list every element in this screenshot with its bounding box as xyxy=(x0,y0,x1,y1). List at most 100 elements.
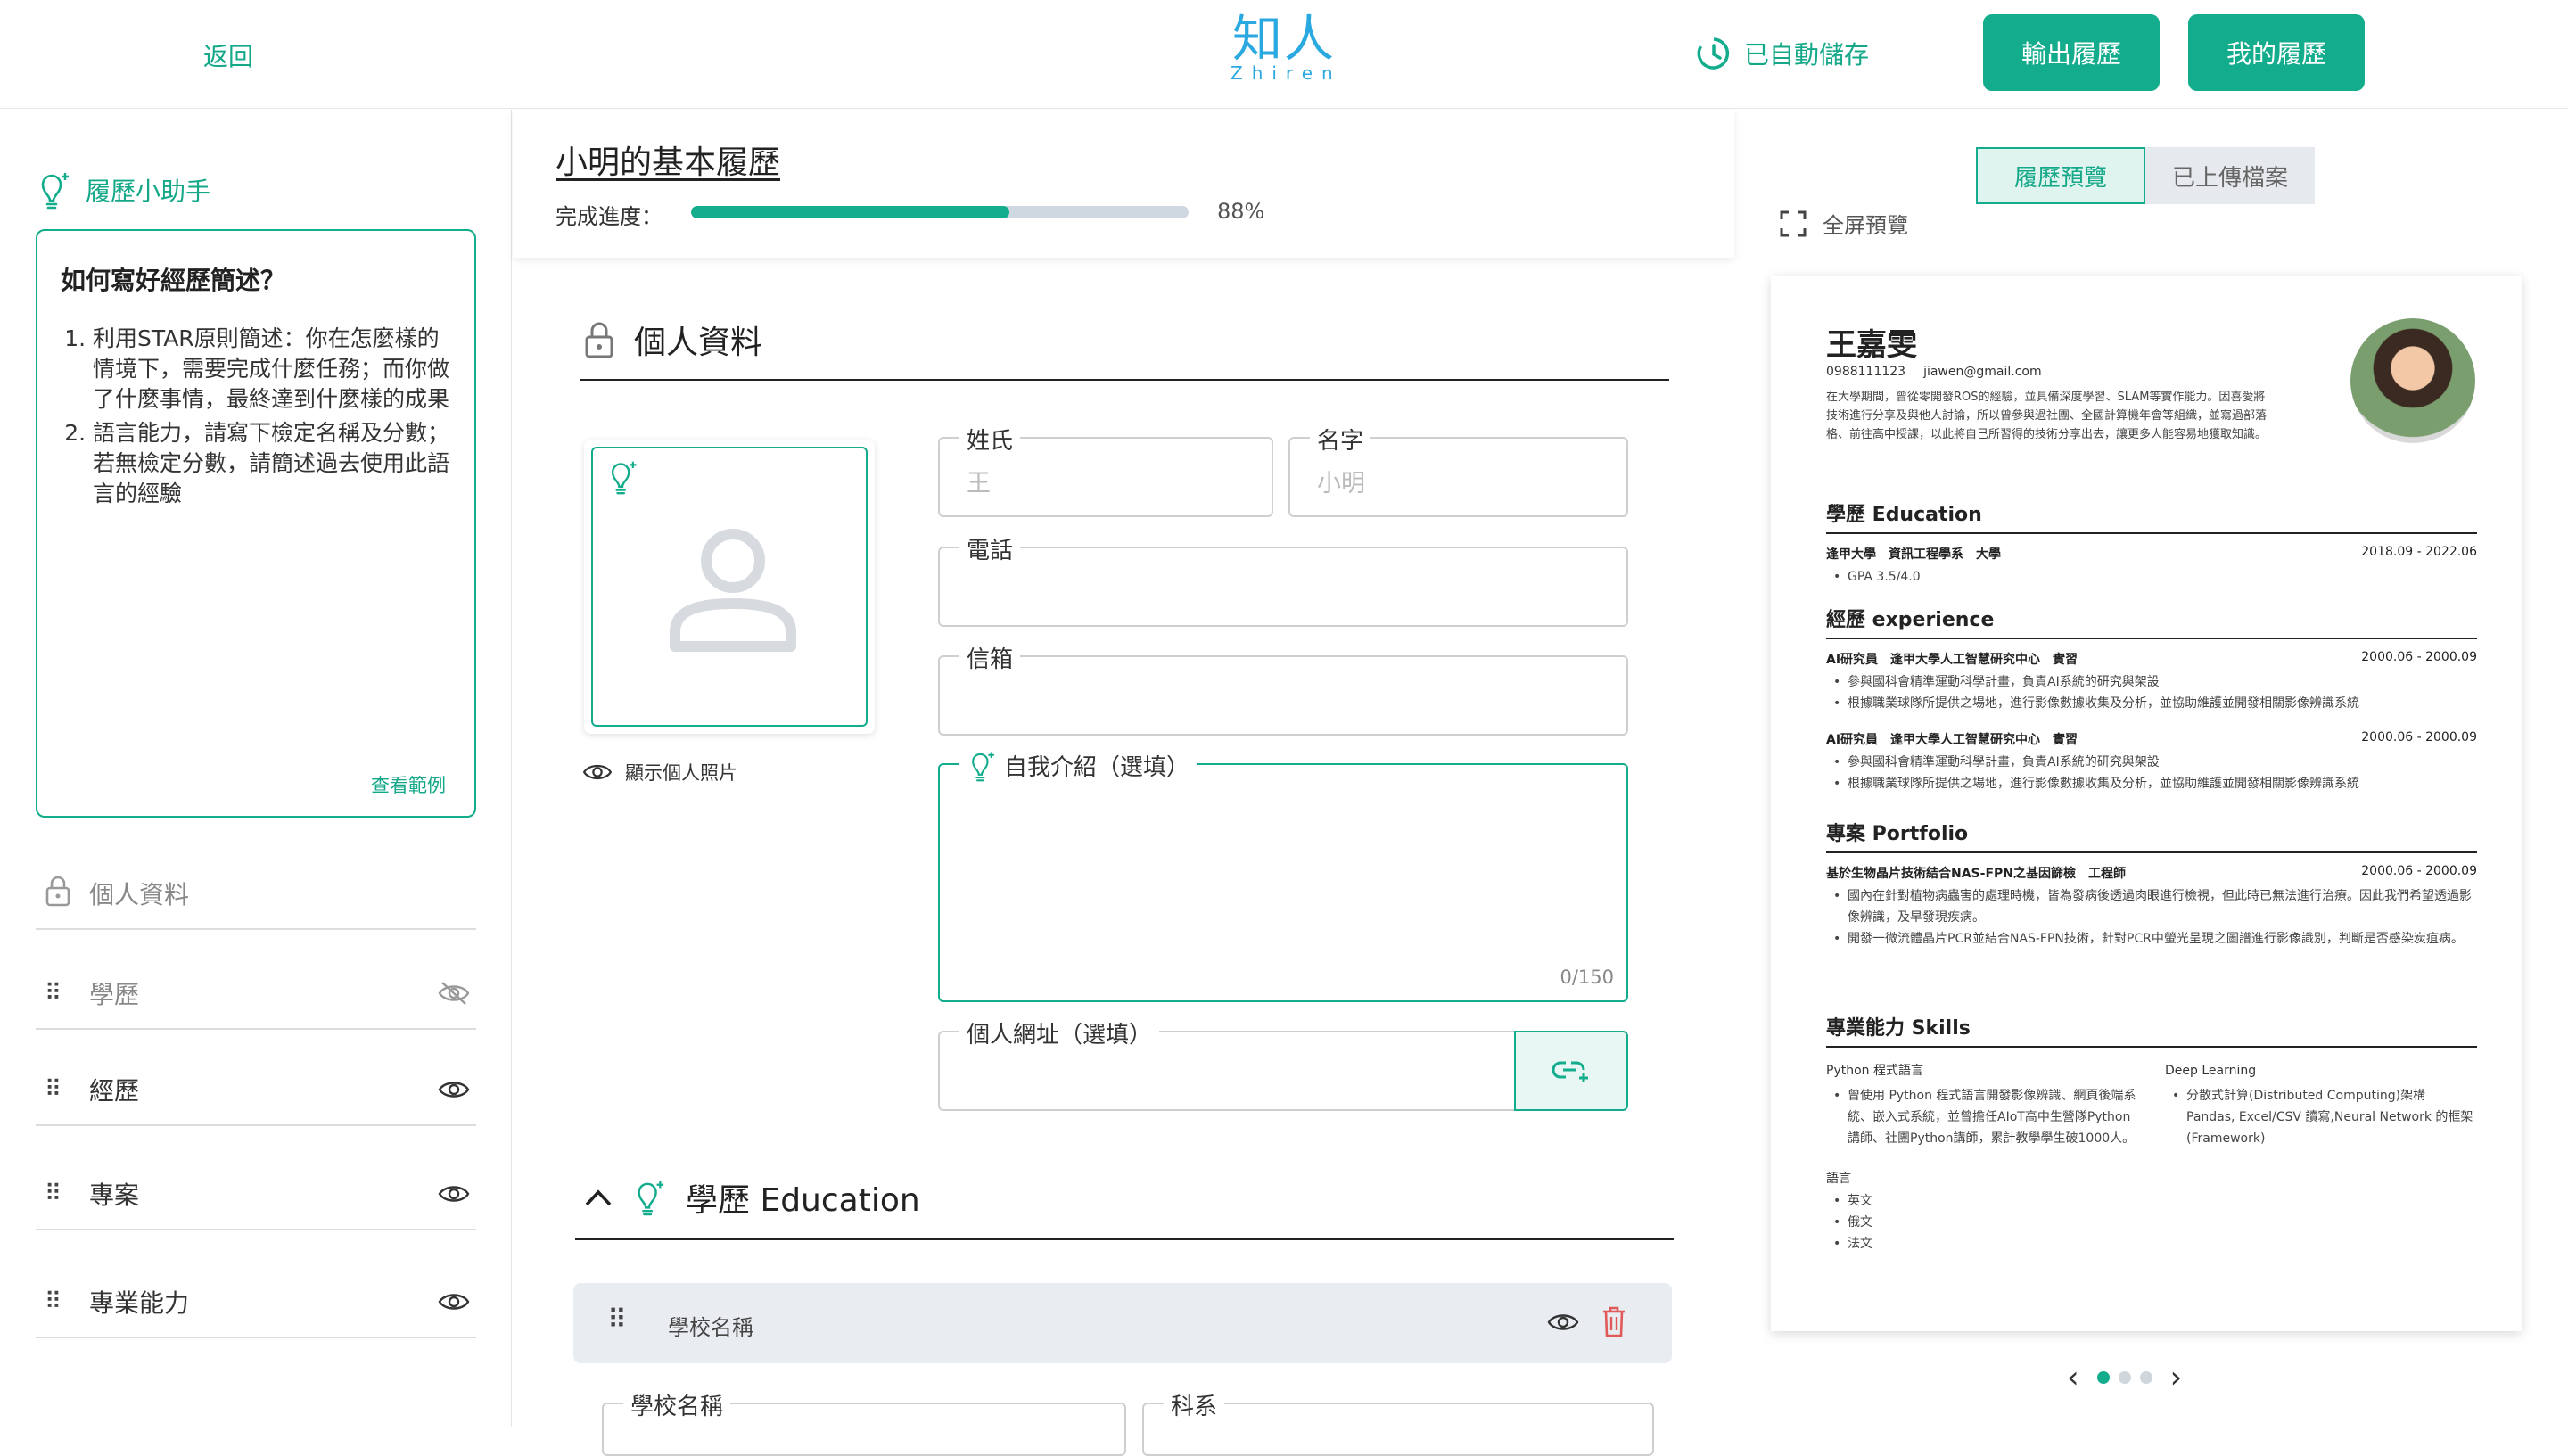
tab-uploaded[interactable]: 已上傳檔案 xyxy=(2145,147,2315,204)
export-resume-button[interactable]: 輸出履歷 xyxy=(1983,14,2160,91)
phone-field[interactable]: 電話 xyxy=(938,532,1628,627)
eye-icon[interactable] xyxy=(1547,1310,1579,1338)
last-name-label: 姓氏 xyxy=(959,423,1021,456)
preview-proj-date: 2000.06 - 2000.09 xyxy=(2361,864,2477,878)
back-link[interactable]: 返回 xyxy=(203,37,253,73)
website-field[interactable]: 個人網址（選填） xyxy=(938,1016,1516,1111)
eye-icon[interactable] xyxy=(432,1181,476,1206)
preview-exp-row: AI研究員 逢甲大學人工智慧研究中心 實習 2000.06 - 2000.09 xyxy=(1826,730,2477,748)
chevron-right-icon[interactable]: › xyxy=(2170,1360,2183,1395)
section-item-projects[interactable]: ⠿ 專案 xyxy=(36,1159,476,1230)
preview-projects: 專案 Portfolio 基於生物晶片技術結合NAS-FPN之基因篩檢 工程師 2… xyxy=(1826,818,2477,950)
section-item-label: 專案 xyxy=(89,1180,140,1210)
personal-section-title: 個人資料 xyxy=(584,317,762,363)
trash-icon[interactable] xyxy=(1601,1304,1627,1342)
page-dot[interactable] xyxy=(2096,1371,2110,1384)
preview-lang: 英文 xyxy=(1833,1190,2477,1212)
email-field[interactable]: 信箱 xyxy=(938,641,1628,736)
drag-icon[interactable]: ⠿ xyxy=(36,1288,89,1315)
preview-edu-school: 逢甲大學 資訊工程學系 大學 xyxy=(1826,547,2001,562)
drag-icon[interactable]: ⠿ xyxy=(36,1180,89,1207)
last-name-field[interactable]: 姓氏 王 xyxy=(938,423,1273,517)
eye-icon[interactable] xyxy=(432,1077,476,1102)
section-item-experience[interactable]: ⠿ 經歷 xyxy=(36,1055,476,1126)
show-photo-toggle[interactable]: 顯示個人照片 xyxy=(582,759,737,786)
personal-title-label: 個人資料 xyxy=(634,325,763,361)
bulb-icon xyxy=(41,173,69,210)
assistant-title-label: 履歷小助手 xyxy=(86,177,211,206)
preview-exp-bullet: 根據職業球隊所提供之場地，進行影像數據收集及分析，並協助維護並開發相關影像辨識系… xyxy=(1833,693,2477,714)
page-dot[interactable] xyxy=(2139,1371,2152,1384)
progress-value: 88% xyxy=(1217,199,1265,224)
preview-skill-name: Python 程式語言 xyxy=(1826,1064,1923,1078)
section-item-skills[interactable]: ⠿ 專業能力 xyxy=(36,1267,476,1338)
preview-proj-bullet: 國內在針對植物病蟲害的處理時機，皆為發病後透過肉眼進行檢視，但此時已無法進行治療… xyxy=(1833,885,2477,928)
first-name-field[interactable]: 名字 小明 xyxy=(1288,423,1628,517)
tab-preview[interactable]: 履歷預覽 xyxy=(1976,147,2145,204)
preview-exp-row: AI研究員 逢甲大學人工智慧研究中心 實習 2000.06 - 2000.09 xyxy=(1826,650,2477,668)
page-dot[interactable] xyxy=(2118,1371,2131,1384)
preview-proj-title: 專案 Portfolio xyxy=(1826,818,2477,853)
preview-edu-row: 逢甲大學 資訊工程學系 大學 2018.09 - 2022.06 xyxy=(1826,545,2477,563)
assistant-heading: 如何寫好經歷簡述？ xyxy=(61,266,286,295)
preview-experience: 經歷 experience AI研究員 逢甲大學人工智慧研究中心 實習 2000.… xyxy=(1826,604,2477,794)
photo-frame[interactable] xyxy=(591,447,868,727)
preview-exp-bullet: 參與國科會精準運動科學計畫，負責AI系統的研究與架設 xyxy=(1833,671,2477,693)
first-name-placeholder: 小明 xyxy=(1317,470,1365,498)
school-name-label: 學校名稱 xyxy=(623,1388,731,1421)
preview-skills-title: 專業能力 Skills xyxy=(1826,1012,2477,1048)
chevron-up-icon[interactable] xyxy=(584,1188,613,1207)
eye-icon xyxy=(582,764,613,780)
eye-off-icon[interactable] xyxy=(432,981,476,1006)
preview-skills-grid: Python 程式語言 曾使用 Python 程式語言開發影像辨識、網頁後端系統… xyxy=(1826,1060,2477,1149)
preview-exp-date: 2000.06 - 2000.09 xyxy=(2361,650,2477,664)
preview-lang: 法文 xyxy=(1833,1233,2477,1254)
chevron-left-icon[interactable]: ‹ xyxy=(2067,1360,2079,1395)
lock-icon xyxy=(36,875,89,913)
preview-phone: 0988111123 xyxy=(1826,365,1906,379)
drag-icon[interactable]: ⠿ xyxy=(607,1304,627,1336)
my-resume-button[interactable]: 我的履歷 xyxy=(2188,14,2365,91)
fullscreen-icon xyxy=(1780,210,1807,236)
fullscreen-preview-button[interactable]: 全屏預覽 xyxy=(1780,208,1908,239)
preview-avatar xyxy=(2350,318,2475,443)
progress-bar xyxy=(691,206,1189,218)
logo[interactable]: 知人 Zhiren xyxy=(1230,12,1342,85)
section-item-education[interactable]: ⠿ 學歷 xyxy=(36,958,476,1030)
top-header: 返回 知人 Zhiren 已自動儲存 輸出履歷 我的履歷 xyxy=(0,0,2568,109)
photo-upload[interactable] xyxy=(584,440,875,734)
bulb-icon xyxy=(972,751,994,781)
logo-subtext: Zhiren xyxy=(1230,62,1342,84)
preview-contact: 0988111123 jiawen@gmail.com xyxy=(1826,365,2042,379)
assistant-tip: 利用STAR原則簡述：你在怎麼樣的情境下，需要完成什麼任務；而你做了什麼事情，最… xyxy=(93,324,453,415)
section-item-personal[interactable]: 個人資料 xyxy=(36,859,476,930)
intro-label-text: 自我介紹（選填） xyxy=(1004,754,1190,781)
school-name-field[interactable]: 學校名稱 xyxy=(602,1388,1126,1456)
website-label: 個人網址（選填） xyxy=(959,1016,1160,1049)
resume-name[interactable]: 小明的基本履歷 xyxy=(556,136,780,183)
bulb-icon xyxy=(638,1180,664,1216)
preview-pager: ‹ › xyxy=(2067,1360,2182,1395)
clock-icon xyxy=(1697,37,1730,70)
preview-exp-date: 2000.06 - 2000.09 xyxy=(2361,730,2477,744)
eye-icon[interactable] xyxy=(432,1289,476,1314)
preview-edu-gpa: GPA 3.5/4.0 xyxy=(1833,566,2477,588)
bulb-icon xyxy=(611,461,637,495)
last-name-placeholder: 王 xyxy=(967,470,991,498)
see-example-link[interactable]: 查看範例 xyxy=(371,771,446,798)
preview-panel: 履歷預覽 已上傳檔案 全屏預覽 王嘉雯 0988111123 jiawen@gm… xyxy=(1735,110,2568,1427)
section-item-label: 經歷 xyxy=(89,1076,140,1106)
preview-exp-bullet: 參與國科會精準運動科學計畫，負責AI系統的研究與架設 xyxy=(1833,752,2477,773)
assistant-title: 履歷小助手 xyxy=(36,170,210,210)
preview-summary: 在大學期間，曾從零開發ROS的經驗，並具備深度學習、SLAM等實作能力。因喜愛將… xyxy=(1826,391,2268,441)
preview-skill: Python 程式語言 曾使用 Python 程式語言開發影像辨識、網頁後端系統… xyxy=(1826,1060,2138,1149)
education-title-label: 學歷 Education xyxy=(686,1182,920,1219)
autosave-label: 已自動儲存 xyxy=(1744,40,1870,70)
school-entry-header[interactable]: ⠿ 學校名稱 xyxy=(573,1283,1672,1363)
department-field[interactable]: 科系 xyxy=(1142,1388,1654,1456)
drag-icon[interactable]: ⠿ xyxy=(36,980,89,1007)
add-link-button[interactable] xyxy=(1514,1031,1628,1111)
intro-field[interactable]: 自我介紹（選填） 0/150 xyxy=(938,749,1628,1002)
preview-education: 學歷 Education 逢甲大學 資訊工程學系 大學 2018.09 - 202… xyxy=(1826,498,2477,588)
drag-icon[interactable]: ⠿ xyxy=(36,1076,89,1103)
